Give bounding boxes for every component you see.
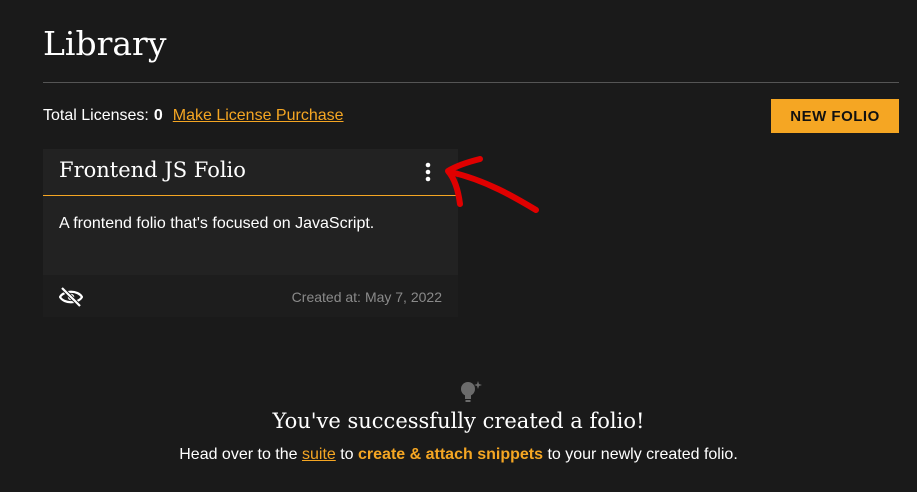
lightbulb-icon <box>461 381 482 402</box>
page-title: Library <box>43 24 167 63</box>
folio-card-header: Frontend JS Folio <box>43 149 458 196</box>
folio-card[interactable]: Frontend JS Folio A frontend folio that'… <box>43 149 458 317</box>
success-suffix: to your newly created folio. <box>547 446 738 463</box>
suite-link[interactable]: suite <box>302 446 336 463</box>
kebab-menu-icon[interactable] <box>421 161 435 183</box>
created-at-label: Created at: <box>291 289 361 305</box>
success-message: Head over to the suite to create & attac… <box>0 446 917 464</box>
create-attach-snippets-text: create & attach snippets <box>358 446 543 463</box>
make-license-purchase-link[interactable]: Make License Purchase <box>173 107 344 125</box>
folio-card-description: A frontend folio that's focused on JavaS… <box>59 215 375 232</box>
created-at: Created at: May 7, 2022 <box>292 289 442 305</box>
created-at-date: May 7, 2022 <box>364 289 442 305</box>
licenses-bar: Total Licenses: 0 Make License Purchase <box>43 107 344 125</box>
folio-card-footer: Created at: May 7, 2022 <box>43 275 458 317</box>
red-arrow-annotation-icon <box>445 156 539 213</box>
success-mid: to <box>340 446 354 463</box>
eye-off-icon[interactable] <box>58 286 84 312</box>
new-folio-button[interactable]: NEW FOLIO <box>771 99 899 133</box>
licenses-label: Total Licenses: <box>43 107 149 124</box>
licenses-count: 0 <box>153 107 163 124</box>
success-prefix: Head over to the <box>179 446 298 463</box>
title-divider <box>43 82 899 83</box>
folio-card-title[interactable]: Frontend JS Folio <box>59 158 246 182</box>
success-title: You've successfully created a folio! <box>272 409 645 433</box>
